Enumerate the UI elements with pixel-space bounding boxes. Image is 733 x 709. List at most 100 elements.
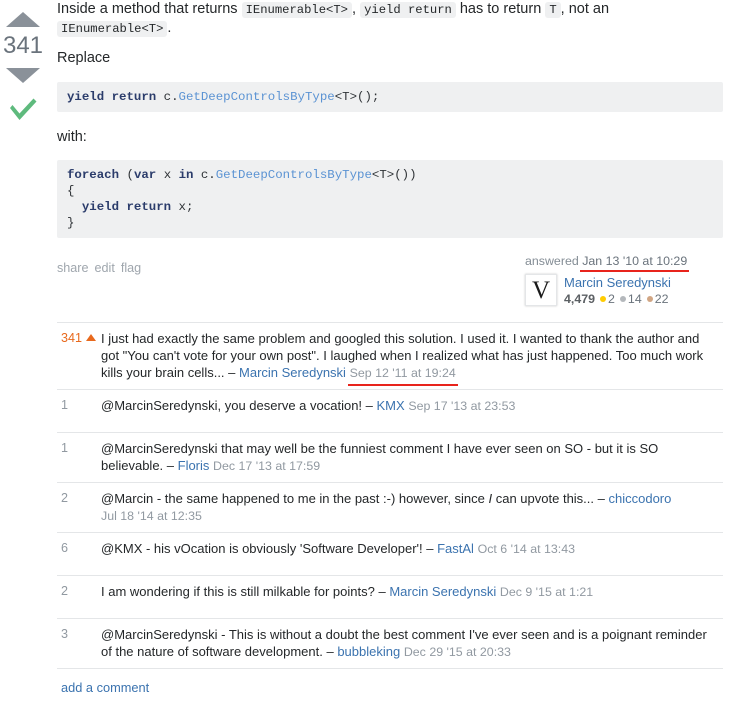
comment-timestamp[interactable]: Sep 12 '11 at 19:24 (347, 365, 458, 386)
user-signature: answered Jan 13 '10 at 10:29 V Marcin Se… (508, 254, 708, 307)
comments-list: 341 I just had exactly the same problem … (57, 322, 723, 695)
comment-body: I just had exactly the same problem and … (101, 330, 723, 386)
code-plain-post: <T>(); (334, 89, 380, 104)
intro-comma: , (352, 1, 357, 17)
add-comment-link[interactable]: add a comment (61, 680, 149, 695)
red-underline-annotation-1 (580, 269, 690, 273)
comment-timestamp[interactable]: Dec 29 '15 at 20:33 (404, 644, 511, 661)
comment-dash: – (374, 584, 390, 599)
comment-score: 6 (61, 541, 69, 555)
reputation-score: 4,479 (564, 292, 596, 307)
upvote-arrow-icon[interactable] (6, 12, 40, 27)
comment-timestamp[interactable]: Oct 6 '14 at 13:43 (478, 541, 575, 558)
bronze-badge: 22 (646, 292, 669, 306)
inline-code-yield-return: yield return (360, 2, 456, 18)
user-reputation-row: 4,479 2 14 22 (564, 292, 671, 307)
edit-link[interactable]: edit (95, 261, 115, 275)
comment-row: 3 @MarcinSeredynski - This is without a … (57, 619, 723, 669)
comment-text: @KMX - his vOcation is obviously 'Softwa… (101, 541, 423, 556)
downvote-arrow-icon[interactable] (6, 68, 40, 83)
avatar[interactable]: V (525, 274, 557, 307)
red-underline-annotation-2 (347, 383, 458, 386)
comment-score: 1 (61, 398, 69, 412)
comment-body: @Marcin - the same happened to me in the… (101, 490, 723, 525)
code-block-before: yield return c.GetDeepControlsByType<T>(… (57, 81, 723, 112)
comment-text-post: can upvote this... (492, 491, 595, 506)
bronze-badge-dot-icon (646, 296, 653, 303)
post-body: Inside a method that returns IEnumerable… (57, 0, 723, 239)
comment-row: 2 @Marcin - the same happened to me in t… (57, 483, 723, 533)
comment-body: @KMX - his vOcation is obviously 'Softwa… (101, 540, 723, 568)
intro-text-1: Inside a method that returns (57, 1, 238, 17)
comment-dash: – (163, 458, 178, 473)
add-comment-row: add a comment (57, 669, 723, 695)
gold-badge-dot-icon (600, 296, 607, 303)
answer-post: 341 Inside a method that returns IEnumer… (0, 0, 733, 709)
comment-body: @MarcinSeredynski - This is without a do… (101, 626, 723, 661)
flag-link[interactable]: flag (121, 261, 141, 275)
code-plain-pre: c. (156, 89, 179, 104)
comment-row: 1 @MarcinSeredynski that may well be the… (57, 433, 723, 483)
code-block-after: foreach (var x in c.GetDeepControlsByTyp… (57, 160, 723, 239)
comment-user-link[interactable]: Marcin Seredynski (239, 365, 346, 380)
comment-row: 6 @KMX - his vOcation is obviously 'Soft… (57, 533, 723, 576)
inline-code-ienumerable-2: IEnumerable<T> (57, 20, 168, 37)
comment-user-link[interactable]: Marcin Seredynski (389, 584, 496, 599)
comment-row: 341 I just had exactly the same problem … (57, 323, 723, 390)
comment-user-link[interactable]: bubbleking (337, 644, 400, 659)
answered-label: answered (525, 254, 579, 269)
comment-user-link[interactable]: Floris (178, 458, 210, 473)
user-name-link[interactable]: Marcin Seredynski (564, 275, 671, 290)
silver-badge: 14 (619, 292, 642, 306)
comment-body: @MarcinSeredynski that may well be the f… (101, 440, 723, 475)
user-card: V Marcin Seredynski 4,479 2 14 22 (508, 274, 708, 307)
with-label: with: (57, 128, 87, 145)
comment-timestamp[interactable]: Dec 9 '15 at 1:21 (500, 584, 593, 601)
comment-timestamp[interactable]: Dec 17 '13 at 17:59 (213, 458, 320, 475)
intro-paragraph: Inside a method that returns IEnumerable… (57, 0, 723, 38)
comment-score: 1 (61, 441, 69, 455)
accepted-answer-checkmark-icon (7, 97, 39, 123)
inline-code-ienumerable-1: IEnumerable<T> (241, 2, 352, 18)
replace-label: Replace (57, 49, 111, 66)
share-link[interactable]: share (57, 261, 89, 275)
comment-score: 3 (61, 627, 69, 641)
comment-row: 2 I am wondering if this is still milkab… (57, 576, 723, 619)
comment-row: 1 @MarcinSeredynski, you deserve a vocat… (57, 390, 723, 433)
comment-text: I am wondering if this is still milkable… (101, 584, 375, 599)
comment-body: @MarcinSeredynski, you deserve a vocatio… (101, 397, 723, 425)
comment-text-pre: @Marcin - the same happened to me in the… (101, 491, 489, 506)
comment-dash: – (422, 541, 438, 556)
comment-score: 341 (57, 330, 101, 382)
inline-code-t: T (545, 2, 561, 18)
comment-timestamp[interactable]: Sep 17 '13 at 23:53 (408, 398, 515, 415)
vote-column: 341 (0, 0, 46, 123)
code-method-name: GetDeepControlsByType (178, 89, 335, 104)
comment-user-link[interactable]: KMX (377, 398, 405, 413)
intro-text-2: has to return (459, 1, 542, 17)
post-menu: share edit flag (57, 261, 147, 275)
comment-dash: – (224, 365, 240, 380)
post-footer: share edit flag answered Jan 13 '10 at 10:… (57, 254, 723, 324)
code-keyword-yield-return: yield return (67, 89, 157, 104)
intro-period: . (167, 19, 172, 36)
comment-dash: – (362, 398, 377, 413)
comment-user-link[interactable]: chiccodoro (609, 491, 672, 506)
comment-text: @MarcinSeredynski, you deserve a vocatio… (101, 398, 363, 413)
answered-timestamp[interactable]: Jan 13 '10 at 10:29 (580, 254, 690, 273)
vote-score: 341 (2, 32, 44, 59)
silver-badge-dot-icon (619, 296, 626, 303)
comment-user-link[interactable]: FastAl (437, 541, 474, 556)
intro-text-3: , not an (560, 1, 610, 17)
answered-timestamp-row: answered Jan 13 '10 at 10:29 (508, 254, 708, 273)
post-cell: Inside a method that returns IEnumerable… (57, 0, 723, 324)
user-details: Marcin Seredynski 4,479 2 14 22 (564, 274, 671, 307)
comment-upvote-arrow-icon[interactable] (86, 334, 97, 341)
comment-timestamp[interactable]: Jul 18 '14 at 12:35 (101, 508, 202, 525)
comment-dash: – (594, 491, 609, 506)
comment-score: 2 (61, 491, 69, 505)
gold-badge: 2 (600, 292, 615, 306)
comment-score: 2 (61, 584, 69, 598)
comment-body: I am wondering if this is still milkable… (101, 583, 723, 611)
comment-dash: – (322, 644, 338, 659)
